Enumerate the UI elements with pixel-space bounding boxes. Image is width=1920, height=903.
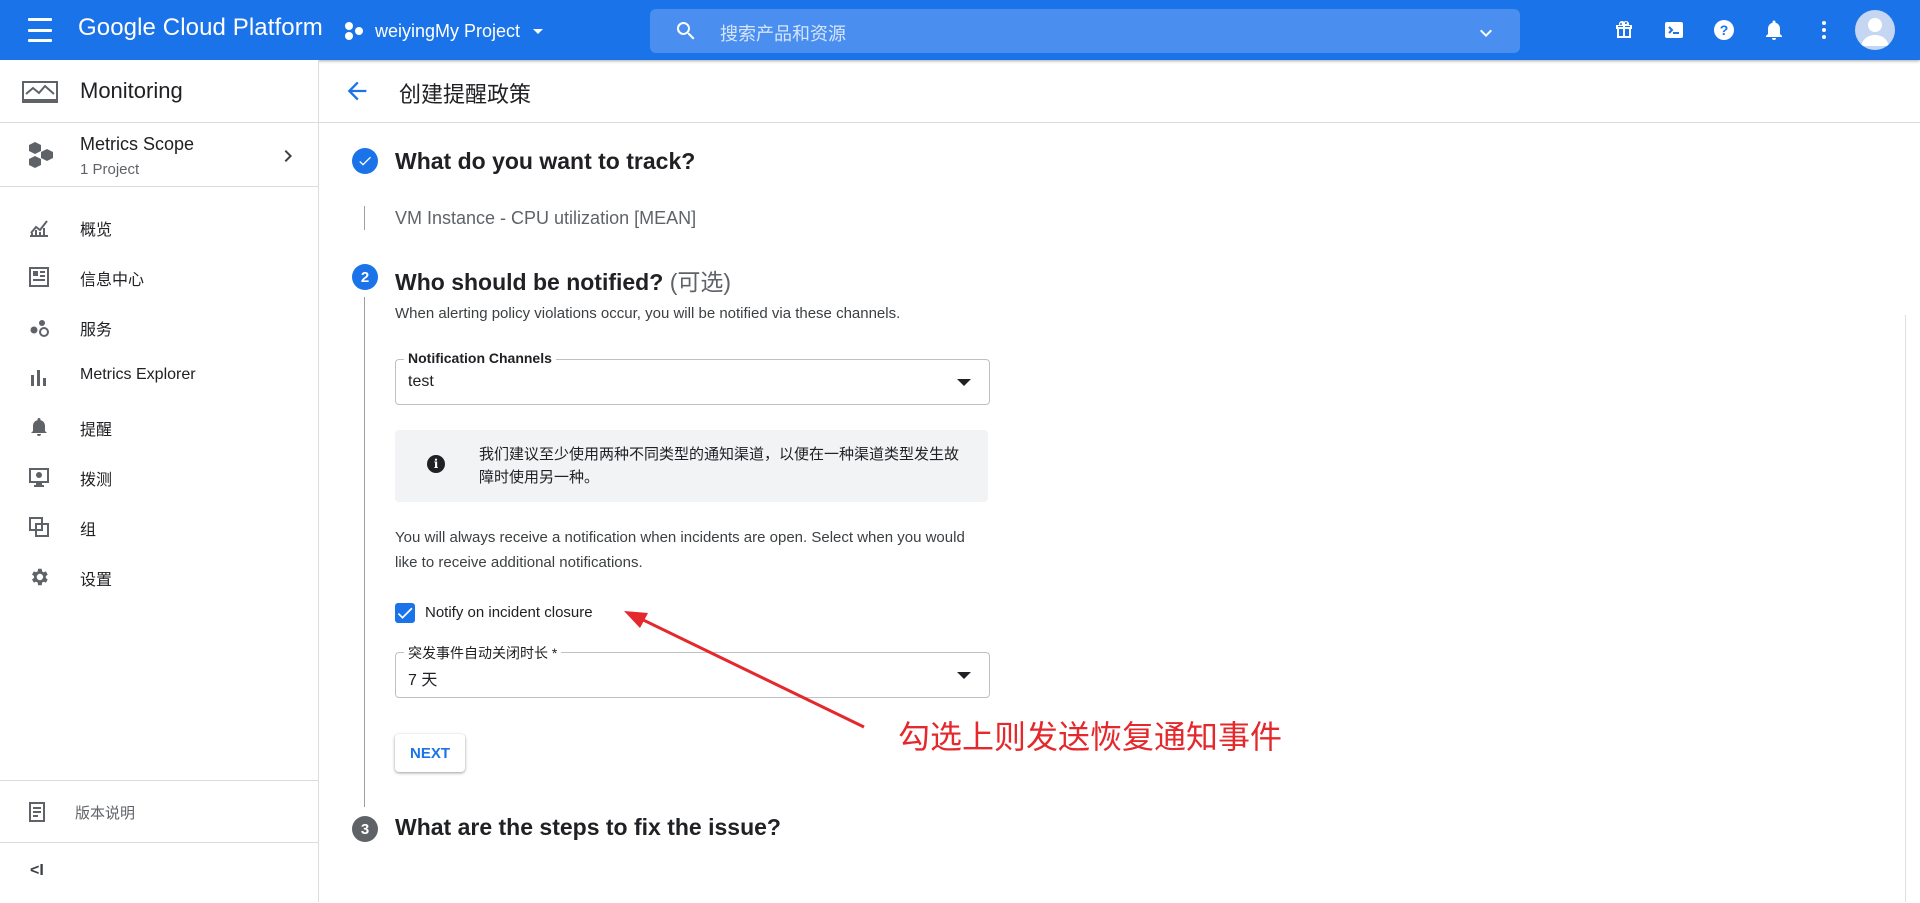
annotation-arrow [624, 611, 865, 729]
annotation-text: 勾选上则发送恢复通知事件 [898, 719, 1283, 755]
scrollbar[interactable] [1905, 315, 1920, 902]
